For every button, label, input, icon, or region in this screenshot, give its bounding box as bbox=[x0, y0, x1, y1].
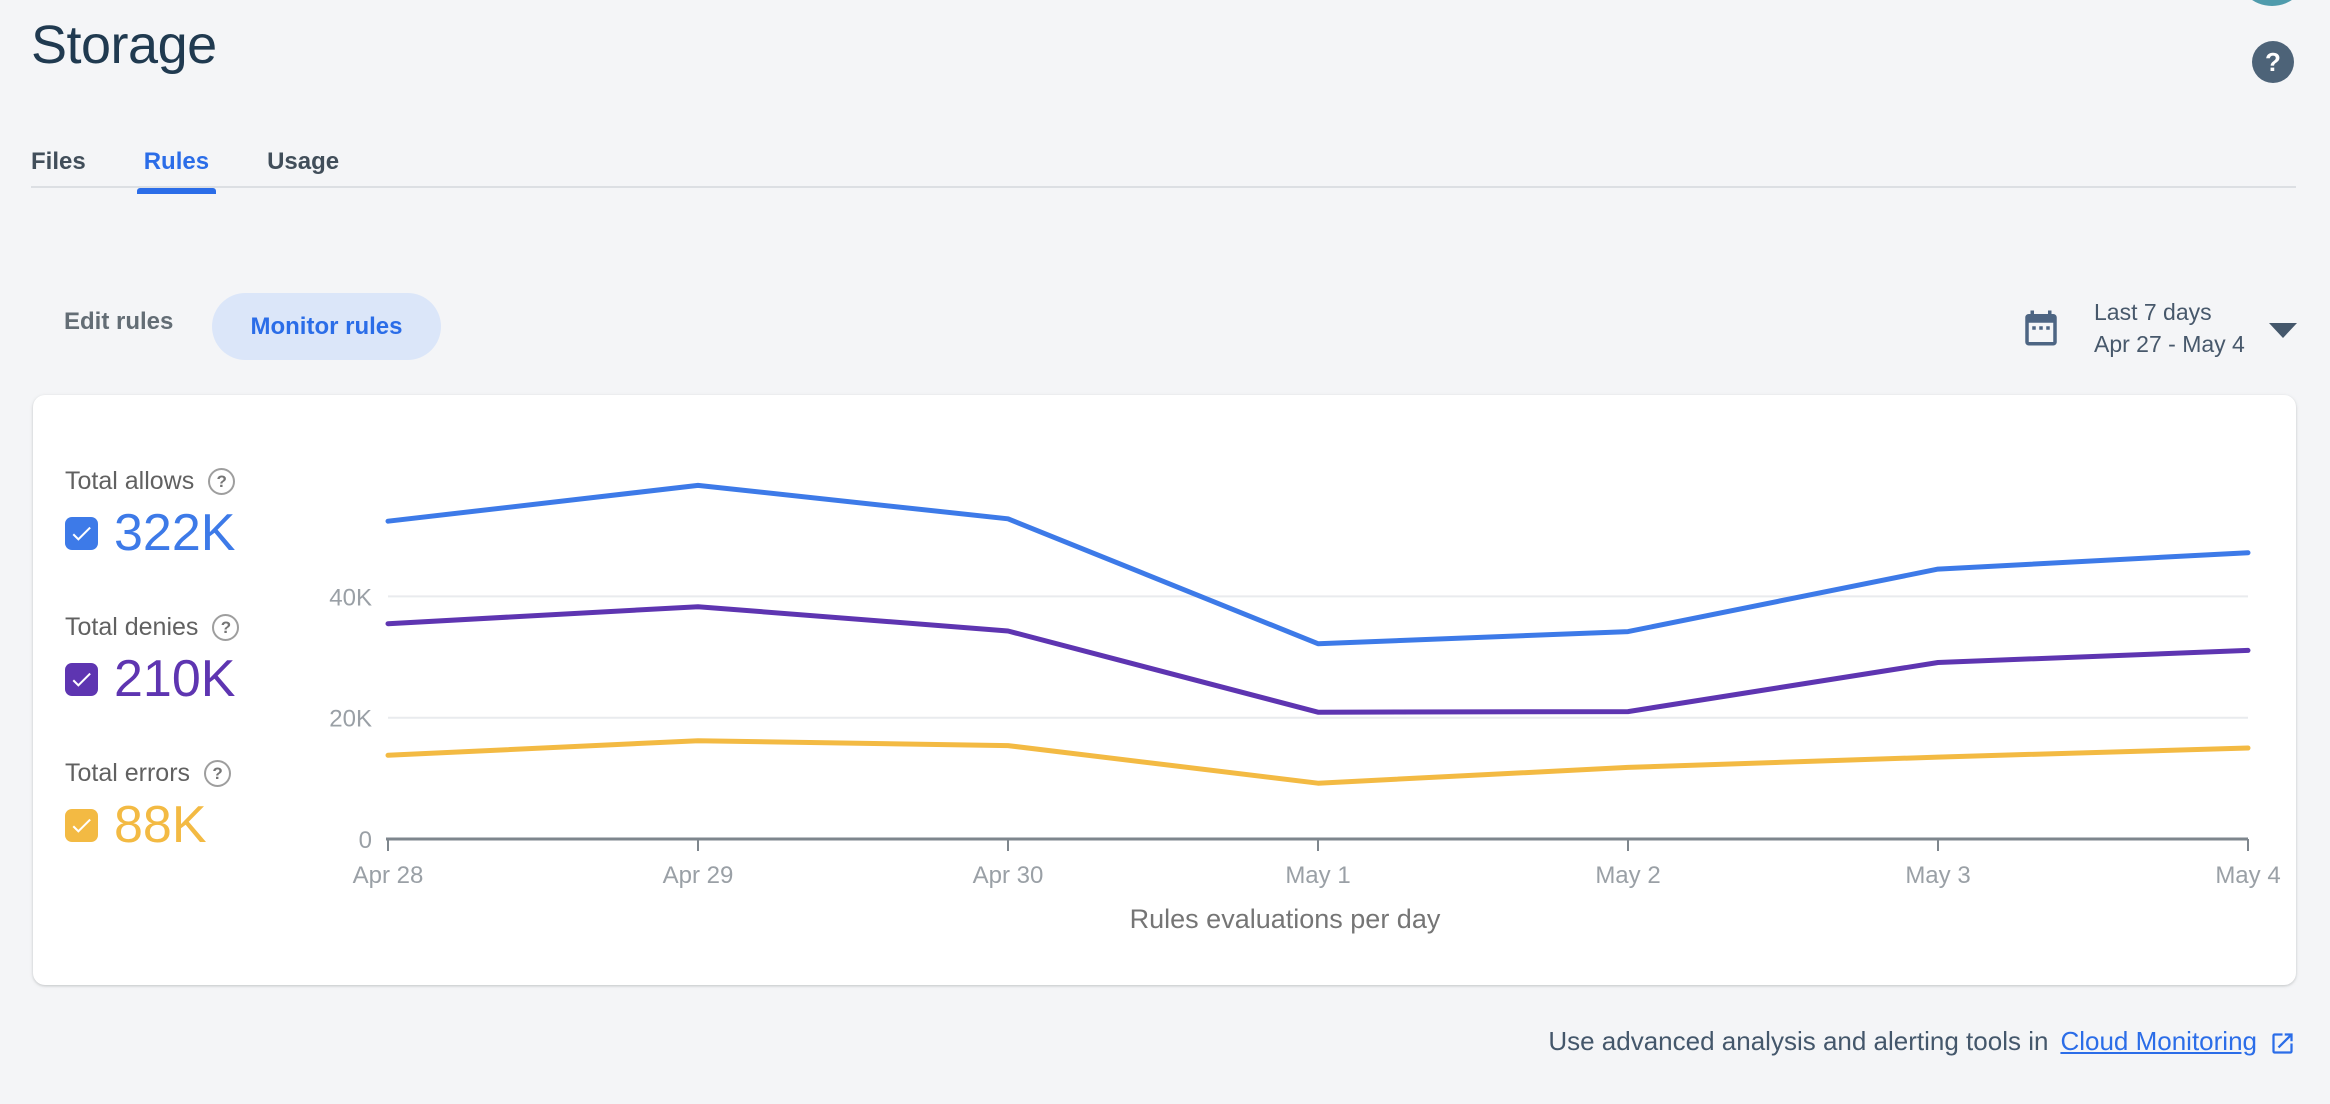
svg-text:Apr 29: Apr 29 bbox=[663, 862, 734, 889]
rules-evaluations-chart: 0 20K 40K Apr 28 Apr 29 Apr 30 May 1 May 2 May 3… bbox=[329, 482, 2281, 889]
footer-text: Use advanced analysis and alerting tools… bbox=[1548, 1026, 2049, 1056]
svg-text:0: 0 bbox=[359, 827, 372, 854]
help-icon[interactable]: ? bbox=[204, 760, 232, 787]
monitor-rules-button[interactable]: Monitor rules bbox=[212, 293, 441, 360]
svg-text:Apr 30: Apr 30 bbox=[973, 862, 1044, 889]
series-checkbox-denies[interactable] bbox=[65, 662, 98, 696]
svg-text:May 4: May 4 bbox=[2215, 862, 2280, 889]
help-icon[interactable]: ? bbox=[208, 468, 236, 495]
check-icon bbox=[72, 818, 91, 833]
date-range-text: Last 7 days Apr 27 - May 4 bbox=[2094, 296, 2245, 360]
cloud-monitoring-footer: Use advanced analysis and alerting tools… bbox=[1548, 1026, 2296, 1057]
svg-text:40K: 40K bbox=[329, 584, 372, 611]
help-button[interactable]: ? bbox=[2252, 41, 2294, 83]
legend-label: Total denies bbox=[65, 613, 199, 641]
legend-total-denies: Total denies ? 210K bbox=[65, 613, 240, 708]
cloud-monitoring-link[interactable]: Cloud Monitoring bbox=[2060, 1026, 2257, 1057]
monitor-rules-card: Total allows ? 322K Total denies ? 210K bbox=[33, 395, 2296, 985]
date-range-preset: Last 7 days bbox=[2094, 299, 2212, 325]
date-range-dates: Apr 27 - May 4 bbox=[2094, 331, 2245, 357]
legend-total-errors: Total errors ? 88K bbox=[65, 759, 232, 854]
svg-text:May 3: May 3 bbox=[1905, 862, 1970, 889]
svg-text:20K: 20K bbox=[329, 706, 372, 733]
series-checkbox-errors[interactable] bbox=[65, 808, 98, 842]
check-icon bbox=[72, 526, 91, 541]
date-range-selector[interactable]: Last 7 days Apr 27 - May 4 bbox=[2020, 293, 2306, 363]
svg-text:May 2: May 2 bbox=[1595, 862, 1660, 889]
account-avatar[interactable] bbox=[2236, 0, 2308, 6]
legend-value: 322K bbox=[114, 504, 236, 562]
page-title: Storage bbox=[31, 15, 217, 75]
chart-title: Rules evaluations per day bbox=[1129, 904, 1441, 934]
legend-total-allows: Total allows ? 322K bbox=[65, 467, 235, 559]
external-link-icon[interactable] bbox=[2269, 1030, 2296, 1057]
edit-rules-button[interactable]: Edit rules bbox=[64, 308, 173, 336]
legend-label: Total allows bbox=[65, 467, 195, 495]
svg-text:Apr 28: Apr 28 bbox=[353, 862, 424, 889]
calendar-icon bbox=[2025, 310, 2057, 346]
question-mark-icon: ? bbox=[2265, 46, 2281, 77]
legend-value: 210K bbox=[114, 650, 236, 708]
legend-label: Total errors bbox=[65, 759, 191, 787]
legend-value: 88K bbox=[114, 796, 207, 854]
tabs-divider bbox=[31, 186, 2296, 188]
check-icon bbox=[72, 672, 91, 687]
chevron-down-icon bbox=[2268, 322, 2297, 338]
storage-page: Storage ? Files Rules Usage Edit rules M… bbox=[0, 0, 2330, 1104]
svg-text:May 1: May 1 bbox=[1285, 862, 1350, 889]
series-checkbox-allows[interactable] bbox=[65, 516, 98, 550]
